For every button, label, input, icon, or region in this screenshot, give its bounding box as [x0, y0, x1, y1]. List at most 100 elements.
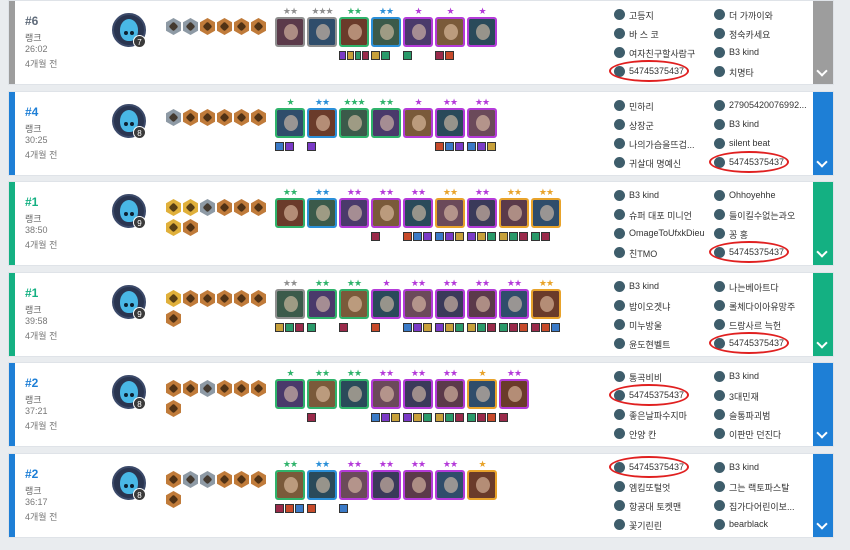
player-name-entry[interactable]: OmageToUfxkDieu	[614, 226, 714, 242]
champion-portrait[interactable]	[531, 198, 561, 228]
trait-hex-icon[interactable]	[200, 471, 215, 488]
champion-portrait[interactable]	[371, 17, 401, 47]
item-icon[interactable]	[467, 232, 476, 241]
player-name-entry[interactable]: 귀살대 명예신	[614, 155, 714, 171]
player-name-entry[interactable]: B3 kind	[714, 45, 814, 61]
champion-portrait[interactable]	[307, 289, 337, 319]
player-name-entry[interactable]: 꽁 홍	[714, 226, 814, 242]
player-name-entry[interactable]: 들이킬수없는과오	[714, 207, 814, 223]
item-icon[interactable]	[487, 232, 496, 241]
item-icon[interactable]	[295, 504, 304, 513]
champion-portrait[interactable]	[467, 470, 497, 500]
item-icon[interactable]	[285, 142, 294, 151]
trait-hex-icon[interactable]	[251, 290, 266, 307]
champion-portrait[interactable]	[403, 379, 433, 409]
item-icon[interactable]	[371, 323, 380, 332]
player-name-entry[interactable]: 상장군	[614, 117, 714, 133]
item-icon[interactable]	[403, 232, 412, 241]
player-name-entry[interactable]: 슈퍼 대포 미니언	[614, 207, 714, 223]
item-icon[interactable]	[445, 51, 454, 60]
champion-portrait[interactable]	[371, 108, 401, 138]
player-name-entry[interactable]: 여자친구할사람구	[614, 45, 714, 61]
trait-hex-icon[interactable]	[251, 109, 266, 126]
champion-portrait[interactable]	[435, 289, 465, 319]
item-icon[interactable]	[275, 504, 284, 513]
item-icon[interactable]	[371, 413, 380, 422]
item-icon[interactable]	[519, 232, 528, 241]
player-name-entry[interactable]: 꽃기린린	[614, 517, 714, 533]
champion-portrait[interactable]	[435, 379, 465, 409]
item-icon[interactable]	[519, 323, 528, 332]
item-icon[interactable]	[435, 51, 444, 60]
item-icon[interactable]	[509, 323, 518, 332]
player-name-entry[interactable]: bearblack	[714, 517, 814, 533]
expand-match-button[interactable]	[813, 454, 833, 537]
player-name-entry[interactable]: B3 kind	[714, 460, 814, 476]
champion-portrait[interactable]	[307, 17, 337, 47]
item-icon[interactable]	[487, 142, 496, 151]
item-icon[interactable]	[499, 323, 508, 332]
trait-hex-icon[interactable]	[183, 290, 198, 307]
item-icon[interactable]	[285, 504, 294, 513]
item-icon[interactable]	[445, 142, 454, 151]
trait-hex-icon[interactable]	[183, 18, 198, 35]
trait-hex-icon[interactable]	[200, 199, 215, 216]
item-icon[interactable]	[435, 323, 444, 332]
item-icon[interactable]	[413, 413, 422, 422]
champion-portrait[interactable]	[467, 108, 497, 138]
champion-portrait[interactable]	[435, 470, 465, 500]
item-icon[interactable]	[499, 413, 508, 422]
item-icon[interactable]	[455, 232, 464, 241]
player-name-entry[interactable]: 밥이오겟냐	[614, 298, 714, 314]
trait-hex-icon[interactable]	[200, 290, 215, 307]
player-name-entry[interactable]: 54745375437	[614, 460, 714, 476]
player-name-entry[interactable]: 이판만 던진다	[714, 426, 814, 442]
champion-portrait[interactable]	[467, 17, 497, 47]
item-icon[interactable]	[455, 323, 464, 332]
champion-portrait[interactable]	[275, 289, 305, 319]
champion-portrait[interactable]	[275, 108, 305, 138]
champion-portrait[interactable]	[307, 470, 337, 500]
player-name-entry[interactable]: 안양 칸	[614, 426, 714, 442]
trait-hex-icon[interactable]	[166, 380, 181, 397]
champion-portrait[interactable]	[371, 470, 401, 500]
item-icon[interactable]	[403, 51, 412, 60]
item-icon[interactable]	[487, 323, 496, 332]
item-icon[interactable]	[307, 413, 316, 422]
item-icon[interactable]	[381, 413, 390, 422]
match-card[interactable]: #6 랭크 26:02 4개월 전 7 ★★ ★★★ ★★ ★★ ★ ★ ★ 고등지 바 스 코 여자친구할…	[8, 0, 834, 85]
item-icon[interactable]	[423, 232, 432, 241]
player-name-entry[interactable]: 더 가까이와	[714, 7, 814, 23]
expand-match-button[interactable]	[813, 92, 833, 175]
trait-hex-icon[interactable]	[217, 471, 232, 488]
trait-hex-icon[interactable]	[217, 290, 232, 307]
match-card[interactable]: #1 랭크 38:50 4개월 전 9 ★★ ★★ ★★ ★★ ★★ ★★ ★★ ★★ ★★ B3 kind…	[8, 181, 834, 266]
player-name-entry[interactable]: 드랑사르 늑헌	[714, 317, 814, 333]
champion-portrait[interactable]	[275, 470, 305, 500]
trait-hex-icon[interactable]	[217, 199, 232, 216]
trait-hex-icon[interactable]	[183, 199, 198, 216]
champion-portrait[interactable]	[467, 198, 497, 228]
player-name-entry[interactable]: 윤도현벨트	[614, 336, 714, 352]
player-name-entry[interactable]: 54745375437	[614, 64, 714, 80]
champion-portrait[interactable]	[499, 289, 529, 319]
champion-portrait[interactable]	[531, 289, 561, 319]
player-name-entry[interactable]: 고등지	[614, 7, 714, 23]
trait-hex-icon[interactable]	[200, 380, 215, 397]
trait-hex-icon[interactable]	[166, 400, 181, 417]
player-name-entry[interactable]: 통곡비비	[614, 369, 714, 385]
player-name-entry[interactable]: B3 kind	[614, 279, 714, 295]
item-icon[interactable]	[403, 413, 412, 422]
trait-hex-icon[interactable]	[166, 491, 181, 508]
expand-match-button[interactable]	[813, 182, 833, 265]
item-icon[interactable]	[435, 232, 444, 241]
trait-hex-icon[interactable]	[183, 471, 198, 488]
player-name-entry[interactable]: 슬통파괴범	[714, 407, 814, 423]
player-name-entry[interactable]: 항공대 토켓맨	[614, 498, 714, 514]
match-card[interactable]: #2 랭크 37:21 4개월 전 8 ★ ★★ ★★ ★★ ★★ ★★ ★ ★★ 통곡비비 5474537…	[8, 362, 834, 447]
champion-portrait[interactable]	[275, 198, 305, 228]
item-icon[interactable]	[339, 323, 348, 332]
champion-portrait[interactable]	[403, 17, 433, 47]
item-icon[interactable]	[455, 142, 464, 151]
item-icon[interactable]	[371, 51, 380, 60]
